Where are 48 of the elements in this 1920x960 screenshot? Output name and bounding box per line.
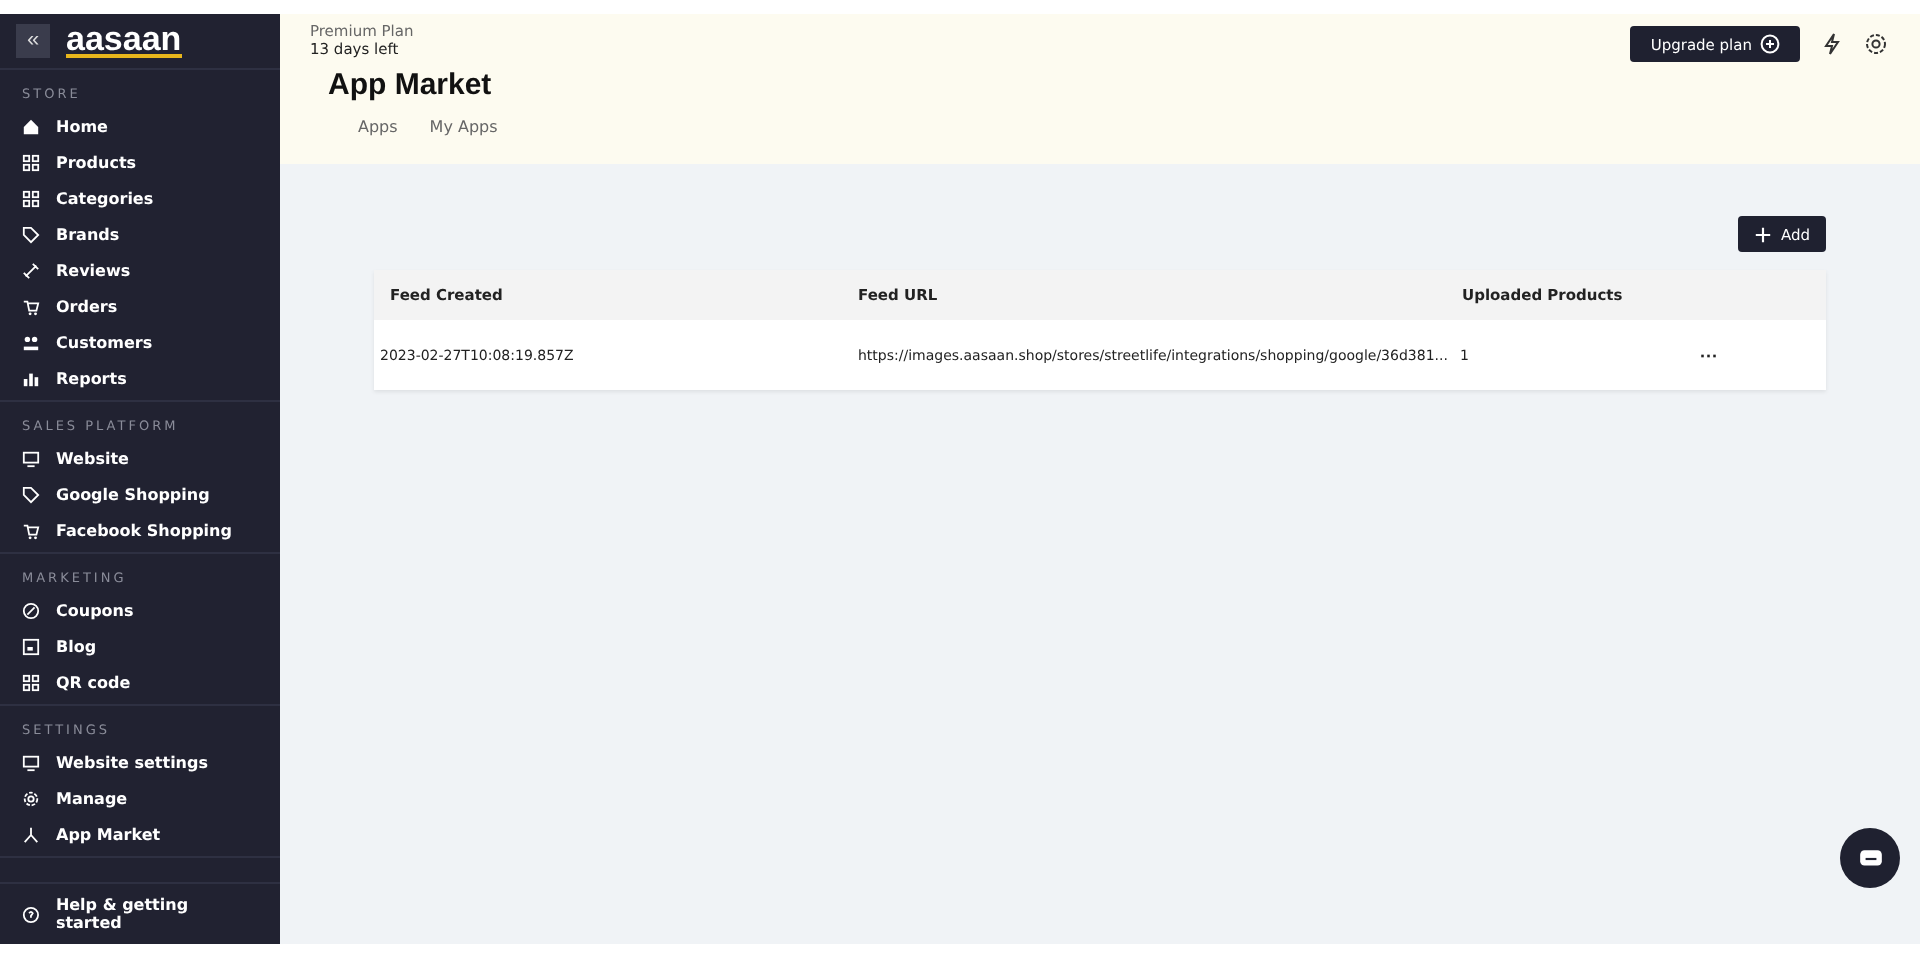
sidebar-item[interactable]: Home bbox=[0, 108, 280, 144]
sidebar-item[interactable]: Reviews bbox=[0, 252, 280, 288]
tab[interactable]: My Apps bbox=[429, 118, 498, 136]
page-title: App Market bbox=[326, 66, 494, 102]
sidebar-item[interactable]: Coupons bbox=[0, 592, 280, 628]
sidebar-item[interactable]: Manage bbox=[0, 780, 280, 816]
sidebar-item[interactable]: App Market bbox=[0, 816, 280, 852]
sidebar-item[interactable]: Customers bbox=[0, 324, 280, 360]
sidebar-item[interactable]: Google Shopping bbox=[0, 476, 280, 512]
chat-icon bbox=[1857, 845, 1883, 871]
sidebar-item[interactable]: Products bbox=[0, 144, 280, 180]
grid-icon bbox=[22, 189, 40, 207]
sidebar-item[interactable]: QR code bbox=[0, 664, 280, 700]
plus-icon bbox=[1754, 225, 1773, 243]
fork-icon bbox=[22, 825, 40, 843]
sidebar-item[interactable]: Brands bbox=[0, 216, 280, 252]
chat-button[interactable] bbox=[1840, 828, 1900, 888]
settings-icon[interactable] bbox=[1864, 32, 1888, 56]
sidebar-item[interactable]: Reports bbox=[0, 360, 280, 396]
grid-icon bbox=[22, 153, 40, 171]
sidebar-item[interactable]: Orders bbox=[0, 288, 280, 324]
tag-icon bbox=[22, 225, 40, 243]
sidebar-item[interactable]: Website bbox=[0, 440, 280, 476]
sidebar-item[interactable]: Website settings bbox=[0, 744, 280, 780]
help-icon bbox=[22, 905, 40, 923]
tag-icon bbox=[22, 485, 40, 503]
grid-icon bbox=[22, 673, 40, 691]
more-button[interactable]: ··· bbox=[1700, 345, 1718, 365]
sidebar-item[interactable]: Categories bbox=[0, 180, 280, 216]
circle-icon bbox=[22, 601, 40, 619]
collapse-button[interactable]: « bbox=[16, 24, 50, 58]
logo: aasaan bbox=[66, 24, 182, 58]
square-icon bbox=[22, 637, 40, 655]
house-icon bbox=[22, 117, 40, 135]
monitor-icon bbox=[22, 753, 40, 771]
monitor-icon bbox=[22, 449, 40, 467]
cart-icon bbox=[22, 521, 40, 539]
link-icon bbox=[22, 261, 40, 279]
people-icon bbox=[22, 333, 40, 351]
tab[interactable]: Apps bbox=[358, 118, 398, 136]
bars-icon bbox=[22, 369, 40, 387]
help-link[interactable]: Help & getting started bbox=[0, 884, 280, 944]
cart-icon bbox=[22, 297, 40, 315]
lightning-icon[interactable] bbox=[1820, 32, 1844, 56]
gear-icon bbox=[22, 789, 40, 807]
sidebar-item[interactable]: Blog bbox=[0, 628, 280, 664]
sidebar-item[interactable]: Facebook Shopping bbox=[0, 512, 280, 548]
plus-circle-icon bbox=[1760, 34, 1780, 54]
